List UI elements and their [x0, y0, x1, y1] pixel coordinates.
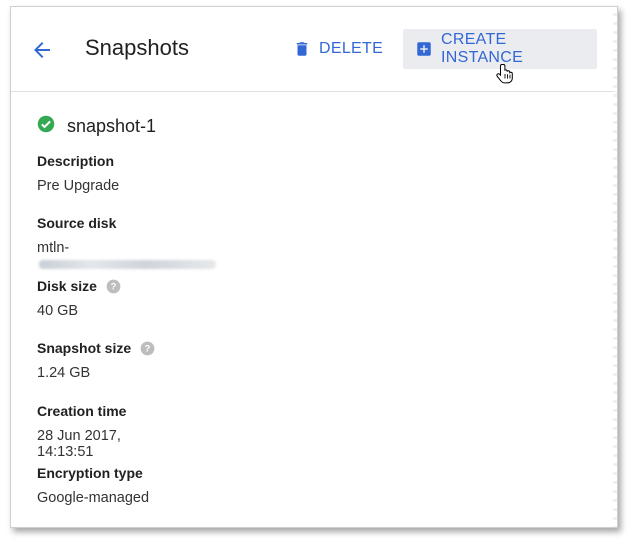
- source-disk-text: mtln-: [37, 240, 70, 256]
- page-header: Snapshots DELETE CREATE INSTANCE: [11, 7, 617, 92]
- create-instance-label: CREATE INSTANCE: [441, 31, 524, 66]
- help-circle-icon[interactable]: ?: [140, 341, 155, 356]
- snapshot-size-label-row: Snapshot size ?: [37, 340, 155, 356]
- svg-text:?: ?: [145, 343, 151, 353]
- back-button[interactable]: [29, 37, 55, 63]
- snapshot-name: snapshot-1: [67, 116, 157, 136]
- check-circle-icon: [37, 115, 55, 138]
- redacted-text: [39, 259, 216, 269]
- description-label: Description: [37, 153, 115, 169]
- trash-icon: [293, 39, 311, 59]
- delete-button[interactable]: DELETE: [287, 29, 389, 69]
- disk-size-field: Disk size ? 40 GB: [37, 278, 121, 319]
- delete-label: DELETE: [319, 40, 384, 57]
- description-field: Description Pre Upgrade: [37, 153, 119, 194]
- snapshot-details: snapshot-1 Description Pre Upgrade Sourc…: [37, 115, 216, 506]
- svg-text:?: ?: [111, 281, 117, 291]
- encryption-type-field: Encryption type Google-managed: [37, 465, 149, 506]
- source-disk-field: Source disk mtln-: [37, 215, 216, 272]
- creation-time-field: Creation time 28 Jun 2017, 14:13:51: [37, 403, 156, 460]
- hand-pointer-icon: [496, 63, 514, 92]
- snapshot-size-field: Snapshot size ? 1.24 GB: [37, 340, 155, 381]
- snapshot-heading: snapshot-1: [37, 115, 156, 138]
- snapshot-size-value: 1.24 GB: [37, 365, 91, 381]
- page-title: Snapshots: [85, 35, 189, 60]
- creation-time-label: Creation time: [37, 403, 127, 419]
- encryption-type-label: Encryption type: [37, 465, 143, 481]
- help-circle-icon[interactable]: ?: [106, 279, 121, 294]
- creation-time-value: 28 Jun 2017, 14:13:51: [37, 428, 121, 460]
- source-disk-label: Source disk: [37, 215, 117, 231]
- disk-size-value: 40 GB: [37, 303, 79, 319]
- arrow-back-icon: [34, 42, 50, 58]
- source-disk-value: mtln-: [37, 240, 216, 272]
- disk-size-label: Disk size: [37, 278, 97, 294]
- description-value: Pre Upgrade: [37, 178, 120, 194]
- disk-size-label-row: Disk size ?: [37, 278, 121, 294]
- encryption-type-value: Google-managed: [37, 490, 150, 506]
- screenshot-frame: Snapshots DELETE CREATE INSTANCE snapsho…: [10, 6, 618, 528]
- snapshot-size-label: Snapshot size: [37, 340, 132, 356]
- add-box-icon: [415, 39, 433, 59]
